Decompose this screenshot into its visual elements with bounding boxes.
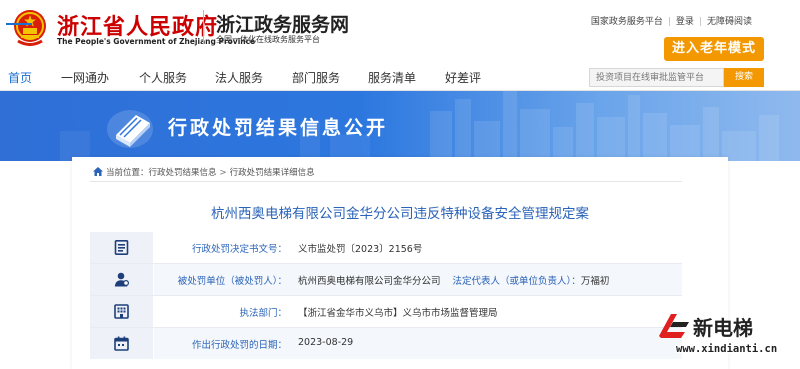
calendar-icon bbox=[114, 336, 129, 351]
link-separator: | bbox=[667, 17, 671, 27]
info-row-enforcement-dept: 执法部门： 【浙江省金华市义乌市】义乌市市场监督管理局 bbox=[90, 296, 682, 327]
penalty-date-value: 2023-08-29 bbox=[298, 337, 354, 348]
nav-active-indicator bbox=[6, 23, 32, 25]
nav-item-one-stop[interactable]: 一网通办 bbox=[61, 69, 109, 86]
nav-item-corporate[interactable]: 法人服务 bbox=[215, 69, 263, 86]
nav-item-department[interactable]: 部门服务 bbox=[292, 69, 340, 86]
breadcrumb-item-results[interactable]: 行政处罚结果信息 bbox=[149, 168, 217, 178]
row-icon-cell bbox=[90, 328, 154, 359]
watermark-name: 新电梯 bbox=[693, 316, 753, 340]
building-icon bbox=[114, 304, 129, 319]
elder-mode-button[interactable]: 进入老年模式 bbox=[664, 37, 764, 61]
info-row-penalty-date: 作出行政处罚的日期： 2023-08-29 bbox=[90, 328, 682, 359]
penalized-party-label: 被处罚单位（被处罚人）： bbox=[177, 276, 287, 287]
row-icon-cell bbox=[90, 232, 154, 263]
enforcement-dept-label: 执法部门： bbox=[239, 308, 287, 319]
home-icon bbox=[93, 167, 103, 176]
service-subtitle: 全国一体化在线政务服务平台 bbox=[216, 35, 320, 44]
breadcrumb-separator: > bbox=[219, 168, 227, 178]
decision-number-value: 义市监处罚〔2023〕2156号 bbox=[298, 244, 423, 255]
search-button[interactable]: 搜索 bbox=[724, 68, 764, 87]
breadcrumb-divider bbox=[90, 181, 682, 182]
page: 浙江省人民政府 The People's Government of Zheji… bbox=[0, 0, 800, 369]
penalty-date-label: 作出行政处罚的日期： bbox=[191, 340, 287, 351]
legal-representative-label: 法定代表人（或单位负责人）： bbox=[452, 276, 581, 287]
decision-number-label: 行政处罚决定书文号： bbox=[191, 244, 287, 255]
watermark-url: www.xindianti.cn bbox=[676, 343, 778, 355]
info-row-penalized-party: 被处罚单位（被处罚人）： 杭州西奥电梯有限公司金华分公司 法定代表人（或单位负责… bbox=[90, 264, 682, 295]
row-icon-cell bbox=[90, 264, 154, 295]
info-row-decision-number: 行政处罚决定书文号： 义市监处罚〔2023〕2156号 bbox=[90, 232, 682, 263]
legal-representative-value: 万福初 bbox=[580, 276, 610, 287]
header-divider bbox=[203, 10, 204, 44]
nav-item-rating[interactable]: 好差评 bbox=[445, 69, 481, 86]
login-link[interactable]: 登录 bbox=[676, 17, 694, 27]
enforcement-dept-value: 【浙江省金华市义乌市】义乌市市场监督管理局 bbox=[298, 308, 498, 319]
person-icon bbox=[114, 272, 129, 287]
link-separator: | bbox=[698, 17, 702, 27]
nav-item-service-list[interactable]: 服务清单 bbox=[368, 69, 416, 86]
nav-item-home[interactable]: 首页 bbox=[8, 69, 32, 86]
banner-title: 行政处罚结果信息公开 bbox=[168, 117, 389, 139]
top-links: 国家政务服务平台 | 登录 | 无障碍阅读 bbox=[591, 14, 752, 27]
breadcrumb: 当前位置：行政处罚结果信息 > 行政处罚结果详细信息 bbox=[93, 166, 315, 178]
search-input[interactable] bbox=[589, 68, 724, 87]
book-icon bbox=[107, 110, 153, 148]
accessibility-link[interactable]: 无障碍阅读 bbox=[707, 17, 752, 27]
xindianti-logo-icon bbox=[659, 314, 689, 338]
national-emblem-icon bbox=[14, 10, 46, 46]
penalized-party-value-group: 杭州西奥电梯有限公司金华分公司 法定代表人（或单位负责人）：万福初 bbox=[298, 273, 609, 287]
penalized-party-value: 杭州西奥电梯有限公司金华分公司 bbox=[298, 276, 441, 287]
banner: 行政处罚结果信息公开 bbox=[0, 91, 800, 161]
breadcrumb-item-detail[interactable]: 行政处罚结果详细信息 bbox=[230, 168, 315, 178]
service-name[interactable]: 浙江政务服务网 bbox=[216, 10, 349, 37]
nav-item-personal[interactable]: 个人服务 bbox=[139, 69, 187, 86]
document-title: 杭州西奥电梯有限公司金华分公司违反特种设备安全管理规定案 bbox=[211, 206, 589, 222]
breadcrumb-prefix: 当前位置： bbox=[106, 168, 149, 178]
national-platform-link[interactable]: 国家政务服务平台 bbox=[591, 17, 663, 27]
document-list-icon bbox=[114, 240, 129, 255]
row-icon-cell bbox=[90, 296, 154, 327]
